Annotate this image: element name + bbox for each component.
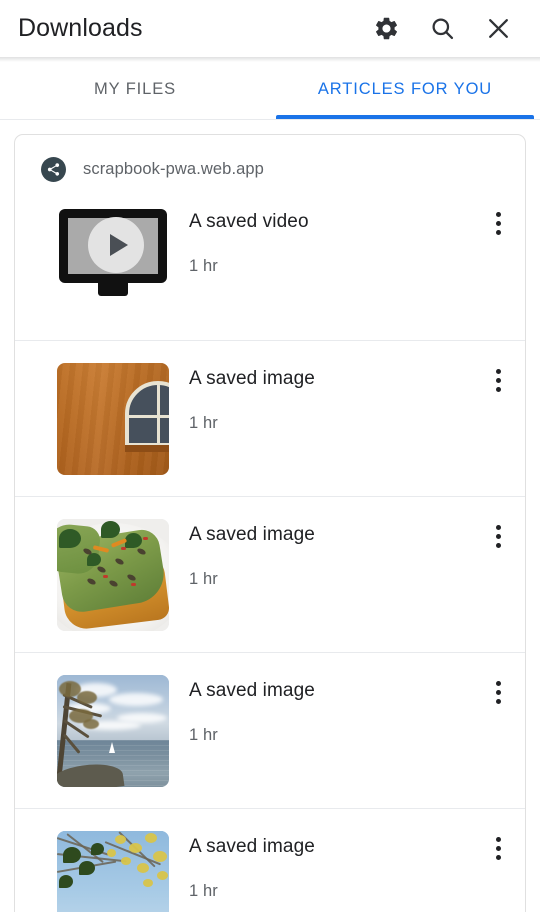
tab-my-files-label: MY FILES xyxy=(93,80,177,98)
list-item[interactable]: A saved image 1 hr xyxy=(15,652,525,808)
thumbnail-wrapper xyxy=(57,200,169,302)
close-icon xyxy=(485,15,512,42)
overflow-menu-icon[interactable] xyxy=(471,200,525,235)
overflow-menu-icon[interactable] xyxy=(471,513,525,548)
list-item-text: A saved image 1 hr xyxy=(169,513,471,589)
tab-bar: MY FILES ARTICLES FOR YOU xyxy=(0,62,540,120)
list-item[interactable]: A saved image 1 hr xyxy=(15,340,525,496)
list-item-title: A saved video xyxy=(189,211,309,232)
list-item-title: A saved image xyxy=(189,680,315,701)
search-icon xyxy=(429,15,456,42)
image-thumbnail-lake-shore xyxy=(57,675,169,787)
overflow-menu-dots xyxy=(495,525,501,548)
list-item-title: A saved image xyxy=(189,368,315,389)
header-actions xyxy=(358,3,526,55)
tab-my-files[interactable]: MY FILES xyxy=(0,62,270,119)
list-item[interactable]: A saved video 1 hr xyxy=(15,192,525,340)
content-area: scrapbook-pwa.web.app A saved video 1 hr xyxy=(0,120,540,912)
search-button[interactable] xyxy=(414,3,470,55)
video-player-icon xyxy=(57,206,169,302)
list-item-text: A saved video 1 hr xyxy=(169,200,471,276)
list-item-timestamp: 1 hr xyxy=(189,414,218,432)
list-item-text: A saved image 1 hr xyxy=(169,669,471,745)
overflow-menu-icon[interactable] xyxy=(471,669,525,704)
overflow-menu-dots xyxy=(495,212,501,235)
list-item-timestamp: 1 hr xyxy=(189,882,218,900)
list-item-timestamp: 1 hr xyxy=(189,257,218,275)
share-icon xyxy=(41,157,66,182)
close-button[interactable] xyxy=(470,3,526,55)
overflow-menu-icon[interactable] xyxy=(471,825,525,860)
publisher-name: scrapbook-pwa.web.app xyxy=(83,160,264,178)
image-thumbnail-orange-wall xyxy=(57,363,169,475)
image-thumbnail-avocado-toast xyxy=(57,519,169,631)
list-item-timestamp: 1 hr xyxy=(189,726,218,744)
thumbnail-wrapper xyxy=(57,513,169,631)
overflow-menu-dots xyxy=(495,369,501,392)
thumbnail-wrapper xyxy=(57,669,169,787)
list-item-title: A saved image xyxy=(189,524,315,545)
overflow-menu-dots xyxy=(495,837,501,860)
tab-articles-for-you-label: ARTICLES FOR YOU xyxy=(317,80,493,98)
list-item-text: A saved image 1 hr xyxy=(169,357,471,433)
tab-articles-for-you[interactable]: ARTICLES FOR YOU xyxy=(270,62,540,119)
list-item[interactable]: A saved image 1 hr xyxy=(15,496,525,652)
gear-icon xyxy=(373,15,400,42)
overflow-menu-dots xyxy=(495,681,501,704)
list-item-title: A saved image xyxy=(189,836,315,857)
image-thumbnail-city-skyline xyxy=(57,831,169,912)
thumbnail-wrapper xyxy=(57,825,169,912)
settings-button[interactable] xyxy=(358,3,414,55)
card-publisher-header[interactable]: scrapbook-pwa.web.app xyxy=(15,135,525,192)
list-item-timestamp: 1 hr xyxy=(189,570,218,588)
list-item-text: A saved image 1 hr xyxy=(169,825,471,901)
overflow-menu-icon[interactable] xyxy=(471,357,525,392)
app-header: Downloads xyxy=(0,0,540,57)
list-item[interactable]: A saved image 1 hr xyxy=(15,808,525,912)
page-title: Downloads xyxy=(18,14,143,42)
thumbnail-wrapper xyxy=(57,357,169,475)
articles-card: scrapbook-pwa.web.app A saved video 1 hr xyxy=(14,134,526,912)
